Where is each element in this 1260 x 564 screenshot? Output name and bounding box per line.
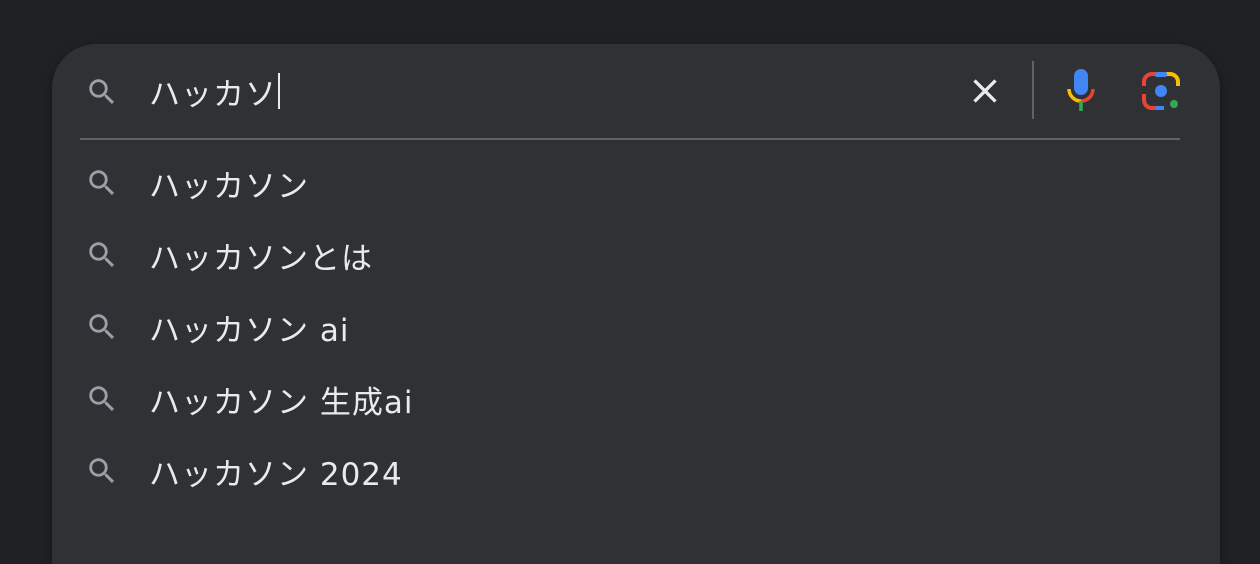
suggestion-text: ハッカソン ai bbox=[149, 312, 350, 349]
search-icon bbox=[84, 453, 120, 489]
suggestion-item[interactable]: ハッカソン ai bbox=[52, 291, 1220, 363]
google-lens-icon bbox=[1142, 72, 1180, 110]
suggestion-item[interactable]: ハッカソン 生成ai bbox=[52, 363, 1220, 435]
close-icon bbox=[973, 79, 997, 103]
search-bar: ハッカソ bbox=[52, 44, 1220, 138]
search-icon bbox=[84, 237, 120, 273]
search-icon bbox=[84, 74, 120, 110]
search-query-text: ハッカソ bbox=[149, 76, 277, 113]
search-bar-separator bbox=[80, 138, 1180, 140]
search-suggestions-panel: ハッカソ ハッカソン ハッカソンとは ハッカソン ai ハッカソン 生成ai ハ… bbox=[52, 44, 1220, 564]
suggestion-text: ハッカソンとは bbox=[149, 240, 373, 277]
microphone-icon bbox=[1067, 69, 1095, 111]
suggestion-text: ハッカソン 2024 bbox=[149, 456, 403, 493]
suggestion-item[interactable]: ハッカソンとは bbox=[52, 219, 1220, 291]
suggestion-text: ハッカソン 生成ai bbox=[149, 384, 414, 421]
search-input[interactable]: ハッカソ bbox=[149, 68, 280, 114]
google-lens-button[interactable] bbox=[1138, 68, 1184, 114]
search-icon bbox=[84, 381, 120, 417]
suggestion-list: ハッカソン ハッカソンとは ハッカソン ai ハッカソン 生成ai ハッカソン … bbox=[52, 147, 1220, 507]
search-icon bbox=[84, 309, 120, 345]
text-cursor bbox=[278, 73, 280, 109]
search-icon bbox=[84, 165, 120, 201]
suggestion-text: ハッカソン bbox=[149, 168, 309, 205]
suggestion-item[interactable]: ハッカソン 2024 bbox=[52, 435, 1220, 507]
vertical-divider bbox=[1032, 61, 1034, 119]
clear-search-button[interactable] bbox=[962, 68, 1008, 114]
voice-search-button[interactable] bbox=[1058, 66, 1104, 116]
suggestion-item[interactable]: ハッカソン bbox=[52, 147, 1220, 219]
